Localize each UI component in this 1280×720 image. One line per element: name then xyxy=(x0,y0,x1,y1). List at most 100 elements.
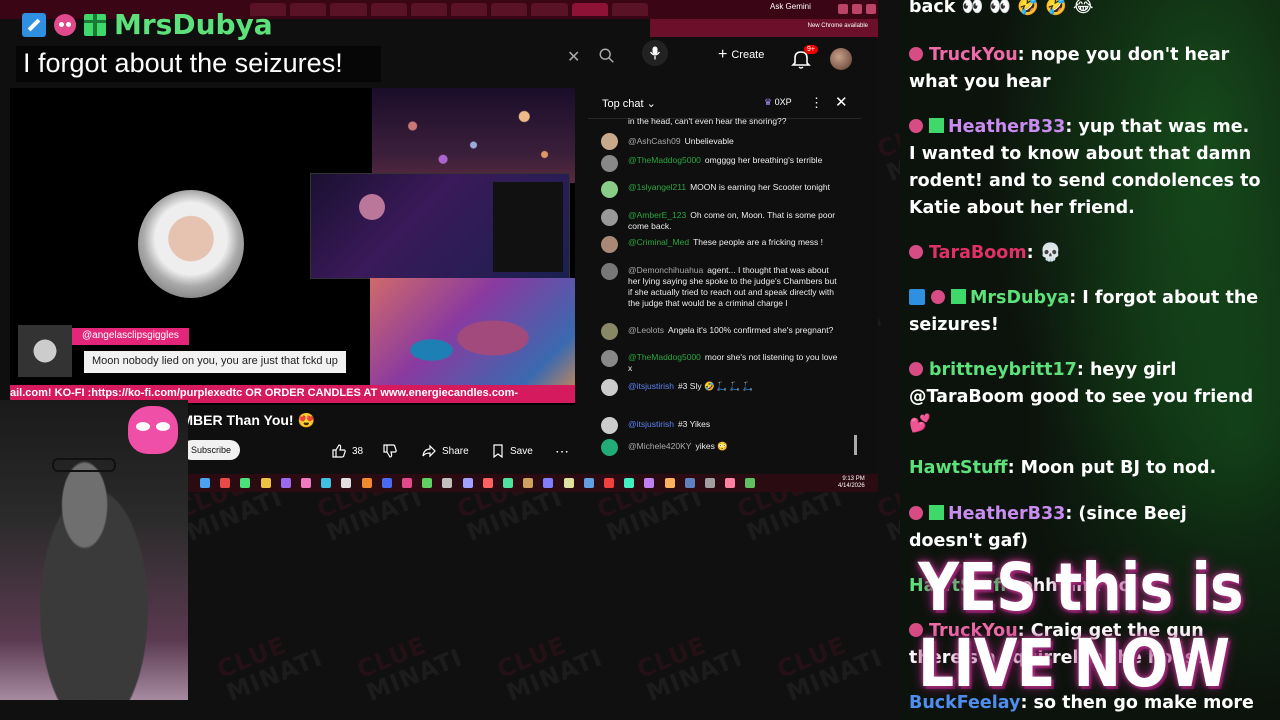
notification-count-badge: 9+ xyxy=(804,45,818,54)
subscribe-button[interactable]: Subscribe xyxy=(182,440,240,460)
browser-tab-active[interactable] xyxy=(571,3,608,16)
top-chat-dropdown[interactable]: Top chat ⌄ xyxy=(602,97,656,110)
plus-icon: + xyxy=(718,46,728,63)
taskbar-app-icon[interactable] xyxy=(240,478,251,488)
taskbar-app-icon[interactable] xyxy=(341,478,352,488)
watermark: CLUEMINATI xyxy=(493,623,606,707)
chat-avatar[interactable] xyxy=(601,323,618,340)
chat-menu-icon[interactable]: ⋮ xyxy=(810,95,823,111)
taskbar-clock[interactable]: 9:13 PM 4/14/2026 xyxy=(838,476,865,490)
taskbar-app-icon[interactable] xyxy=(361,478,372,488)
taskbar-app-icon[interactable] xyxy=(523,478,534,488)
share-button[interactable]: Share xyxy=(422,440,469,462)
chat-author[interactable]: @1slyangel211 xyxy=(628,182,686,192)
taskbar-app-icon[interactable] xyxy=(200,478,210,488)
taskbar-app-icon[interactable] xyxy=(684,478,695,488)
overlay-chat-username: TaraBoom xyxy=(929,243,1027,263)
taskbar-app-icon[interactable] xyxy=(301,478,311,488)
chat-author[interactable]: @TheMaddog5000 xyxy=(628,155,701,165)
like-button[interactable]: 38 xyxy=(332,440,363,462)
chat-author[interactable]: @TheMaddog5000 xyxy=(628,352,701,362)
browser-tab[interactable] xyxy=(330,3,367,16)
chat-avatar[interactable] xyxy=(601,133,618,150)
chat-avatar[interactable] xyxy=(601,439,618,456)
taskbar-app-icon[interactable] xyxy=(563,478,574,488)
chat-avatar[interactable] xyxy=(601,236,618,253)
taskbar-app-icon[interactable] xyxy=(725,478,736,488)
taskbar-app-icon[interactable] xyxy=(402,478,412,488)
chat-scrollbar[interactable] xyxy=(854,435,857,455)
chat-author[interactable]: @Michele420KY xyxy=(628,441,691,451)
taskbar-app-icon[interactable] xyxy=(422,478,433,488)
chrome-update-notice[interactable]: New Chrome available xyxy=(808,23,868,29)
chat-avatar[interactable] xyxy=(601,263,618,280)
microphone-icon[interactable] xyxy=(642,40,668,66)
taskbar-app-icon[interactable] xyxy=(583,478,594,488)
chat-text: MOON is earning her Scooter tonight xyxy=(690,182,830,192)
more-actions-icon[interactable]: ⋯ xyxy=(555,440,569,462)
skull-badge-icon xyxy=(909,362,923,376)
taskbar-app-icon[interactable] xyxy=(462,478,473,488)
save-button[interactable]: Save xyxy=(492,440,533,462)
watermark: CLUEMINATI xyxy=(773,623,886,707)
close-window-icon[interactable] xyxy=(866,4,876,14)
taskbar-app-icon[interactable] xyxy=(745,478,756,488)
taskbar-app-icon[interactable] xyxy=(220,478,231,488)
chat-author[interactable]: @Criminal_Med xyxy=(628,237,689,247)
overlay-chat-username: HawtStuff xyxy=(909,458,1008,478)
thumbs-up-icon xyxy=(332,444,346,458)
taskbar-app-icon[interactable] xyxy=(381,478,392,488)
close-chat-icon[interactable]: ✕ xyxy=(835,93,848,111)
highlighted-message-user: MrsDubya xyxy=(22,8,273,41)
taskbar-app-icon[interactable] xyxy=(503,478,513,488)
channel-points[interactable]: ♛ 0XP xyxy=(764,97,792,108)
taskbar-app-icon[interactable] xyxy=(664,478,675,488)
browser-tab[interactable] xyxy=(531,3,568,16)
search-icon[interactable] xyxy=(598,47,616,65)
chat-author[interactable]: @Demonchihuahua xyxy=(628,265,703,275)
streamer-cam-circle xyxy=(138,190,244,298)
taskbar-app-icon[interactable] xyxy=(482,478,493,488)
taskbar-app-icon[interactable] xyxy=(442,478,453,488)
taskbar-app-icon[interactable] xyxy=(260,478,271,488)
chat-avatar[interactable] xyxy=(601,417,618,434)
taskbar-app-icon[interactable] xyxy=(604,478,614,488)
browser-tab[interactable] xyxy=(370,3,407,16)
taskbar-app-icon[interactable] xyxy=(644,478,655,488)
browser-tab[interactable] xyxy=(611,3,649,16)
chat-alert: @angelasclipsgiggles Moon nobody lied on… xyxy=(18,325,348,380)
browser-tab[interactable] xyxy=(451,3,488,16)
chat-author[interactable]: @itsjustirish xyxy=(628,381,674,391)
share-icon xyxy=(422,444,436,458)
account-avatar[interactable] xyxy=(830,48,852,70)
taskbar-app-icon[interactable] xyxy=(624,478,635,488)
taskbar-app-icon[interactable] xyxy=(280,478,291,488)
maximize-icon[interactable] xyxy=(852,4,862,14)
watermark: CLUEMINATI xyxy=(213,623,326,707)
chat-author[interactable]: @itsjustirish xyxy=(628,419,674,429)
overlay-chat-message: HeatherB33: (since Beej doesn't gaf) xyxy=(909,501,1261,555)
dislike-button[interactable] xyxy=(383,440,397,462)
taskbar-app-icon[interactable] xyxy=(705,478,715,488)
chat-author[interactable]: @AshCash09 xyxy=(628,136,681,146)
live-now-banner: YES this is LIVE NOW xyxy=(918,550,1244,702)
chat-author[interactable]: @AmberE_123 xyxy=(628,210,686,220)
chat-avatar[interactable] xyxy=(601,350,618,367)
browser-tab[interactable] xyxy=(410,3,448,16)
taskbar-app-icon[interactable] xyxy=(543,478,554,488)
gemini-tab-label[interactable]: Ask Gemini xyxy=(770,2,811,11)
chat-avatar[interactable] xyxy=(601,379,618,396)
overlay-chat-message: back 👀 👀 🤣 🤣 😂 xyxy=(909,0,1261,21)
video-player[interactable]: @angelasclipsgiggles Moon nobody lied on… xyxy=(10,88,575,405)
minimize-icon[interactable] xyxy=(838,4,848,14)
clear-search-icon[interactable]: ✕ xyxy=(567,47,580,67)
taskbar-app-icon[interactable] xyxy=(321,478,332,488)
chat-avatar[interactable] xyxy=(601,155,618,172)
create-button[interactable]: + Create xyxy=(718,46,764,63)
chat-author[interactable]: @Leolots xyxy=(628,325,664,335)
browser-tab[interactable] xyxy=(491,3,528,16)
chat-avatar[interactable] xyxy=(601,209,618,226)
browser-tab[interactable] xyxy=(290,3,327,16)
hammer-badge-icon xyxy=(909,289,925,305)
chat-avatar[interactable] xyxy=(601,181,618,198)
